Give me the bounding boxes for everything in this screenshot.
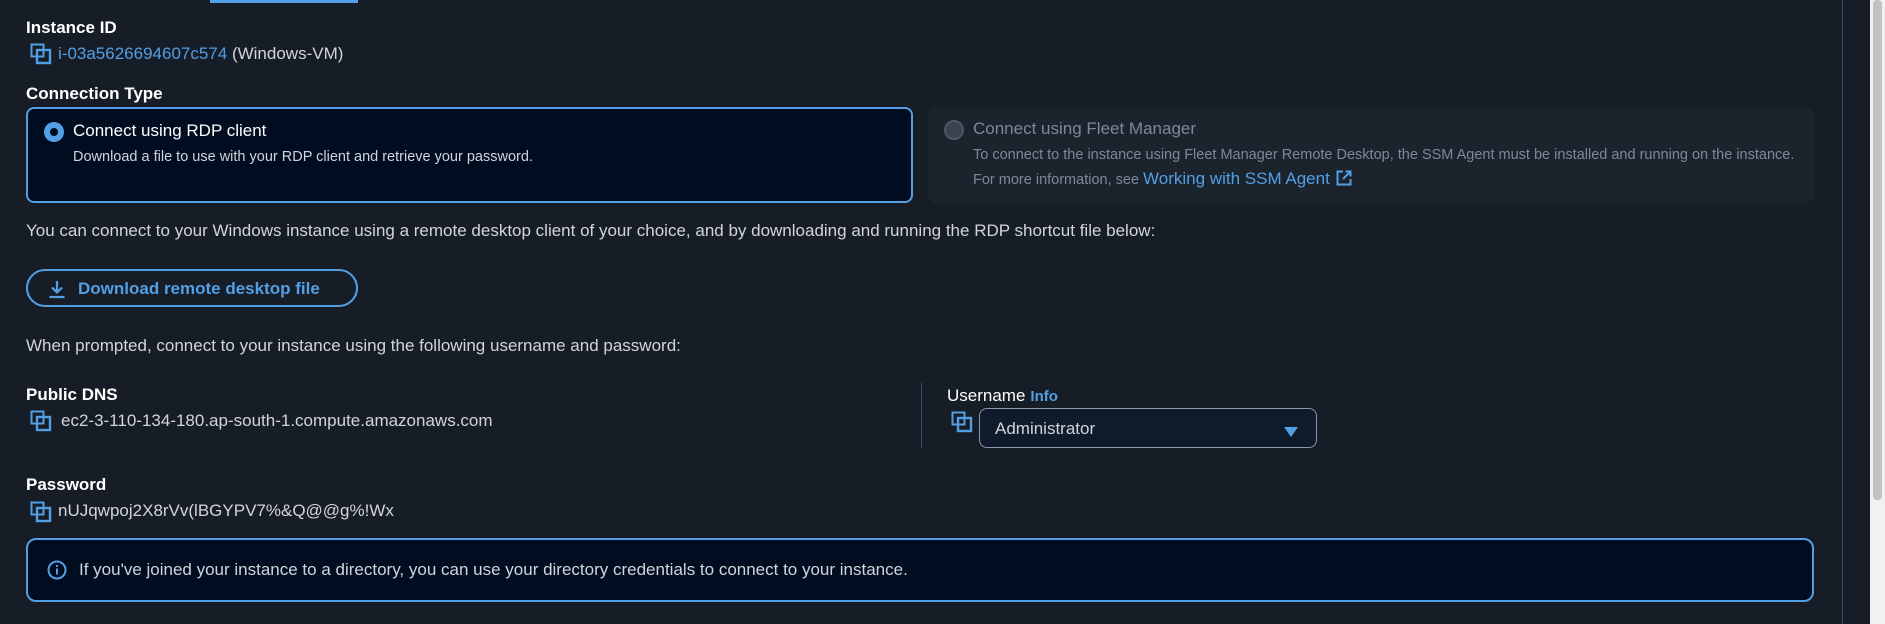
credentials-prompt-text: When prompted, connect to your instance … [26, 336, 681, 355]
external-link-icon [1336, 170, 1352, 186]
instance-id-label: Instance ID [26, 18, 117, 37]
rdp-client-option[interactable]: Connect using RDP client Download a file… [26, 107, 913, 203]
fleet-manager-radio [944, 120, 964, 140]
ssm-agent-link-label: Working with SSM Agent [1143, 169, 1330, 188]
column-divider [921, 383, 922, 448]
copy-icon[interactable] [30, 43, 52, 65]
download-button-label: Download remote desktop file [78, 279, 320, 298]
username-info-link[interactable]: Info [1030, 388, 1058, 405]
instance-name: (Windows-VM) [231, 44, 344, 63]
download-icon [48, 279, 66, 304]
fleet-option-description: To connect to the instance using Fleet M… [973, 144, 1813, 192]
rdp-option-title: Connect using RDP client [73, 121, 267, 140]
public-dns-label: Public DNS [26, 385, 118, 404]
rdp-radio[interactable] [44, 122, 64, 142]
download-remote-desktop-file-button[interactable]: Download remote desktop file [26, 269, 358, 307]
connect-to-instance-page: Instance ID i-03a5626694607c574 (Windows… [0, 0, 1885, 624]
fleet-option-title: Connect using Fleet Manager [973, 119, 1197, 138]
username-label: Username [947, 386, 1026, 405]
copy-icon[interactable] [951, 411, 973, 433]
fleet-manager-option: Connect using Fleet Manager To connect t… [928, 107, 1814, 203]
instance-id-link[interactable]: i-03a5626694607c574 [58, 44, 227, 63]
alert-text: If you've joined your instance to a dire… [79, 560, 908, 579]
password-label: Password [26, 475, 107, 494]
password-value: nUJqwpoj2X8rVv(lBGYPV7%&Q@@g%!Wx [58, 501, 394, 520]
directory-info-alert: If you've joined your instance to a dire… [26, 538, 1814, 602]
copy-icon[interactable] [30, 410, 52, 432]
fleet-description-text: To connect to the instance using Fleet M… [973, 147, 1795, 188]
copy-icon[interactable] [30, 501, 52, 523]
vertical-scrollbar[interactable] [1870, 0, 1885, 624]
username-select[interactable]: Administrator [979, 408, 1317, 448]
username-label-row: Username Info [947, 386, 1058, 406]
info-circle-icon [47, 560, 67, 585]
public-dns-value: ec2-3-110-134-180.ap-south-1.compute.ama… [61, 411, 493, 430]
rdp-option-description: Download a file to use with your RDP cli… [73, 149, 533, 165]
connection-type-label: Connection Type [26, 84, 163, 103]
caret-down-icon [1284, 424, 1298, 442]
ssm-agent-link[interactable]: Working with SSM Agent [1143, 169, 1353, 188]
active-tab-indicator [210, 0, 358, 3]
rdp-intro-text: You can connect to your Windows instance… [26, 221, 1156, 240]
username-selected-value: Administrator [995, 419, 1096, 438]
rdp-client-panel: Instance ID i-03a5626694607c574 (Windows… [0, 0, 1843, 624]
instance-id-value: i-03a5626694607c574 (Windows-VM) [58, 44, 343, 64]
scrollbar-thumb[interactable] [1873, 0, 1882, 500]
